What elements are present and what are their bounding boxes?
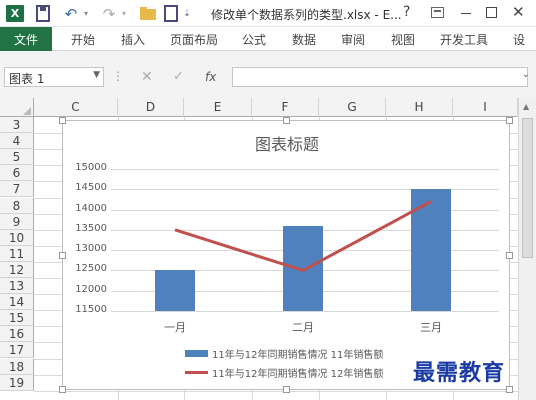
tab-review[interactable]: 审阅 <box>341 31 365 48</box>
tab-data[interactable]: 数据 <box>292 31 316 48</box>
legend-entry[interactable]: 11年与12年同期销售情况 12年销售额 <box>185 365 384 380</box>
tab-page-layout[interactable]: 页面布局 <box>170 31 218 48</box>
name-box-value: 图表 1 <box>9 72 45 86</box>
enter-button[interactable]: ✓ <box>173 69 184 84</box>
legend-label: 11年与12年同期销售情况 12年销售额 <box>212 368 384 380</box>
legend-label: 11年与12年同期销售情况 11年销售额 <box>212 349 384 361</box>
scroll-up-icon[interactable]: ▲ <box>523 102 529 111</box>
legend-swatch <box>185 349 208 357</box>
excel-logo-icon[interactable]: X <box>6 5 24 22</box>
tab-developer[interactable]: 开发工具 <box>440 31 488 48</box>
minimize-button[interactable] <box>461 13 471 14</box>
tab-file[interactable]: 文件 <box>0 27 52 51</box>
window-title: 修改单个数据系列的类型.xlsx - E... <box>211 8 402 22</box>
column-header[interactable]: D <box>118 98 184 117</box>
row-header[interactable]: 15 <box>0 310 34 327</box>
tab-settings[interactable]: 设 <box>513 31 525 48</box>
cancel-button[interactable]: ✕ <box>141 69 153 85</box>
ribbon-tabs: 文件 开始 插入 页面布局 公式 数据 审阅 视图 开发工具 设 <box>0 27 536 51</box>
row-header[interactable]: 5 <box>0 149 34 166</box>
help-button[interactable]: ? <box>403 4 410 20</box>
tab-formulas[interactable]: 公式 <box>242 31 266 48</box>
open-folder-icon[interactable] <box>140 5 156 22</box>
row-header[interactable]: 10 <box>0 229 34 246</box>
chart[interactable]: 图表标题 15000 14500 14000 13500 13000 12500 12000… <box>59 117 513 393</box>
close-button[interactable]: ✕ <box>512 3 525 21</box>
column-header[interactable]: C <box>34 98 118 117</box>
series-line[interactable] <box>174 200 432 273</box>
ribbon-display-options-icon[interactable] <box>431 7 444 18</box>
legend-entry[interactable]: 11年与12年同期销售情况 11年销售额 <box>185 346 384 361</box>
formula-bar: 图表 1 ▼ ⋮ ✕ ✓ fx ⌄ <box>0 51 536 98</box>
scrollbar-thumb[interactable] <box>522 118 533 258</box>
row-header[interactable]: 18 <box>0 358 34 375</box>
undo-dropdown-icon[interactable]: ▾ <box>82 5 90 22</box>
column-header[interactable]: E <box>184 98 252 117</box>
row-header[interactable]: 8 <box>0 197 34 214</box>
column-header[interactable]: I <box>453 98 518 117</box>
row-header[interactable]: 7 <box>0 181 34 198</box>
row-header[interactable]: 19 <box>0 374 34 391</box>
save-icon[interactable] <box>36 5 50 22</box>
row-header[interactable]: 13 <box>0 278 34 295</box>
name-box[interactable]: 图表 1 ▼ <box>4 67 104 87</box>
legend-swatch <box>185 370 208 374</box>
select-all-button[interactable] <box>0 98 34 117</box>
row-header[interactable]: 12 <box>0 261 34 278</box>
column-header[interactable]: F <box>252 98 319 117</box>
customize-toolbar-icon[interactable]: ⇣ <box>182 5 192 22</box>
row-header[interactable]: 9 <box>0 213 34 230</box>
row-header[interactable]: 4 <box>0 133 34 150</box>
tab-home[interactable]: 开始 <box>71 31 95 48</box>
vertical-scrollbar[interactable]: ▲ <box>518 98 536 400</box>
row-header[interactable]: 17 <box>0 342 34 359</box>
row-header[interactable]: 16 <box>0 326 34 343</box>
chevron-down-icon[interactable]: ▼ <box>93 70 100 80</box>
column-header-row: C D E F G H I <box>0 98 518 117</box>
tab-insert[interactable]: 插入 <box>121 31 145 48</box>
row-header[interactable]: 3 <box>0 117 34 134</box>
row-header[interactable]: 11 <box>0 245 34 262</box>
row-header[interactable]: 6 <box>0 165 34 182</box>
redo-dropdown-icon[interactable]: ▾ <box>120 5 128 22</box>
watermark-logo: 最需教育 <box>413 360 506 386</box>
formula-input[interactable] <box>232 67 528 87</box>
row-header[interactable]: 14 <box>0 294 34 311</box>
expand-formula-bar-icon[interactable]: ⌄ <box>522 69 530 80</box>
column-header[interactable]: H <box>386 98 453 117</box>
maximize-button[interactable] <box>486 7 497 18</box>
tab-view[interactable]: 视图 <box>391 31 415 48</box>
insert-function-button[interactable]: fx <box>205 70 216 84</box>
redo-icon[interactable]: ↷ <box>100 5 118 23</box>
title-bar: X ↶ ▾ ↷ ▾ ⇣ 修改单个数据系列的类型.xlsx - E... ? ✕ <box>0 0 536 27</box>
save-as-icon[interactable] <box>164 5 178 22</box>
column-header[interactable]: G <box>319 98 386 117</box>
undo-icon[interactable]: ↶ <box>62 5 80 23</box>
formula-bar-grip-icon[interactable]: ⋮ <box>112 69 124 83</box>
